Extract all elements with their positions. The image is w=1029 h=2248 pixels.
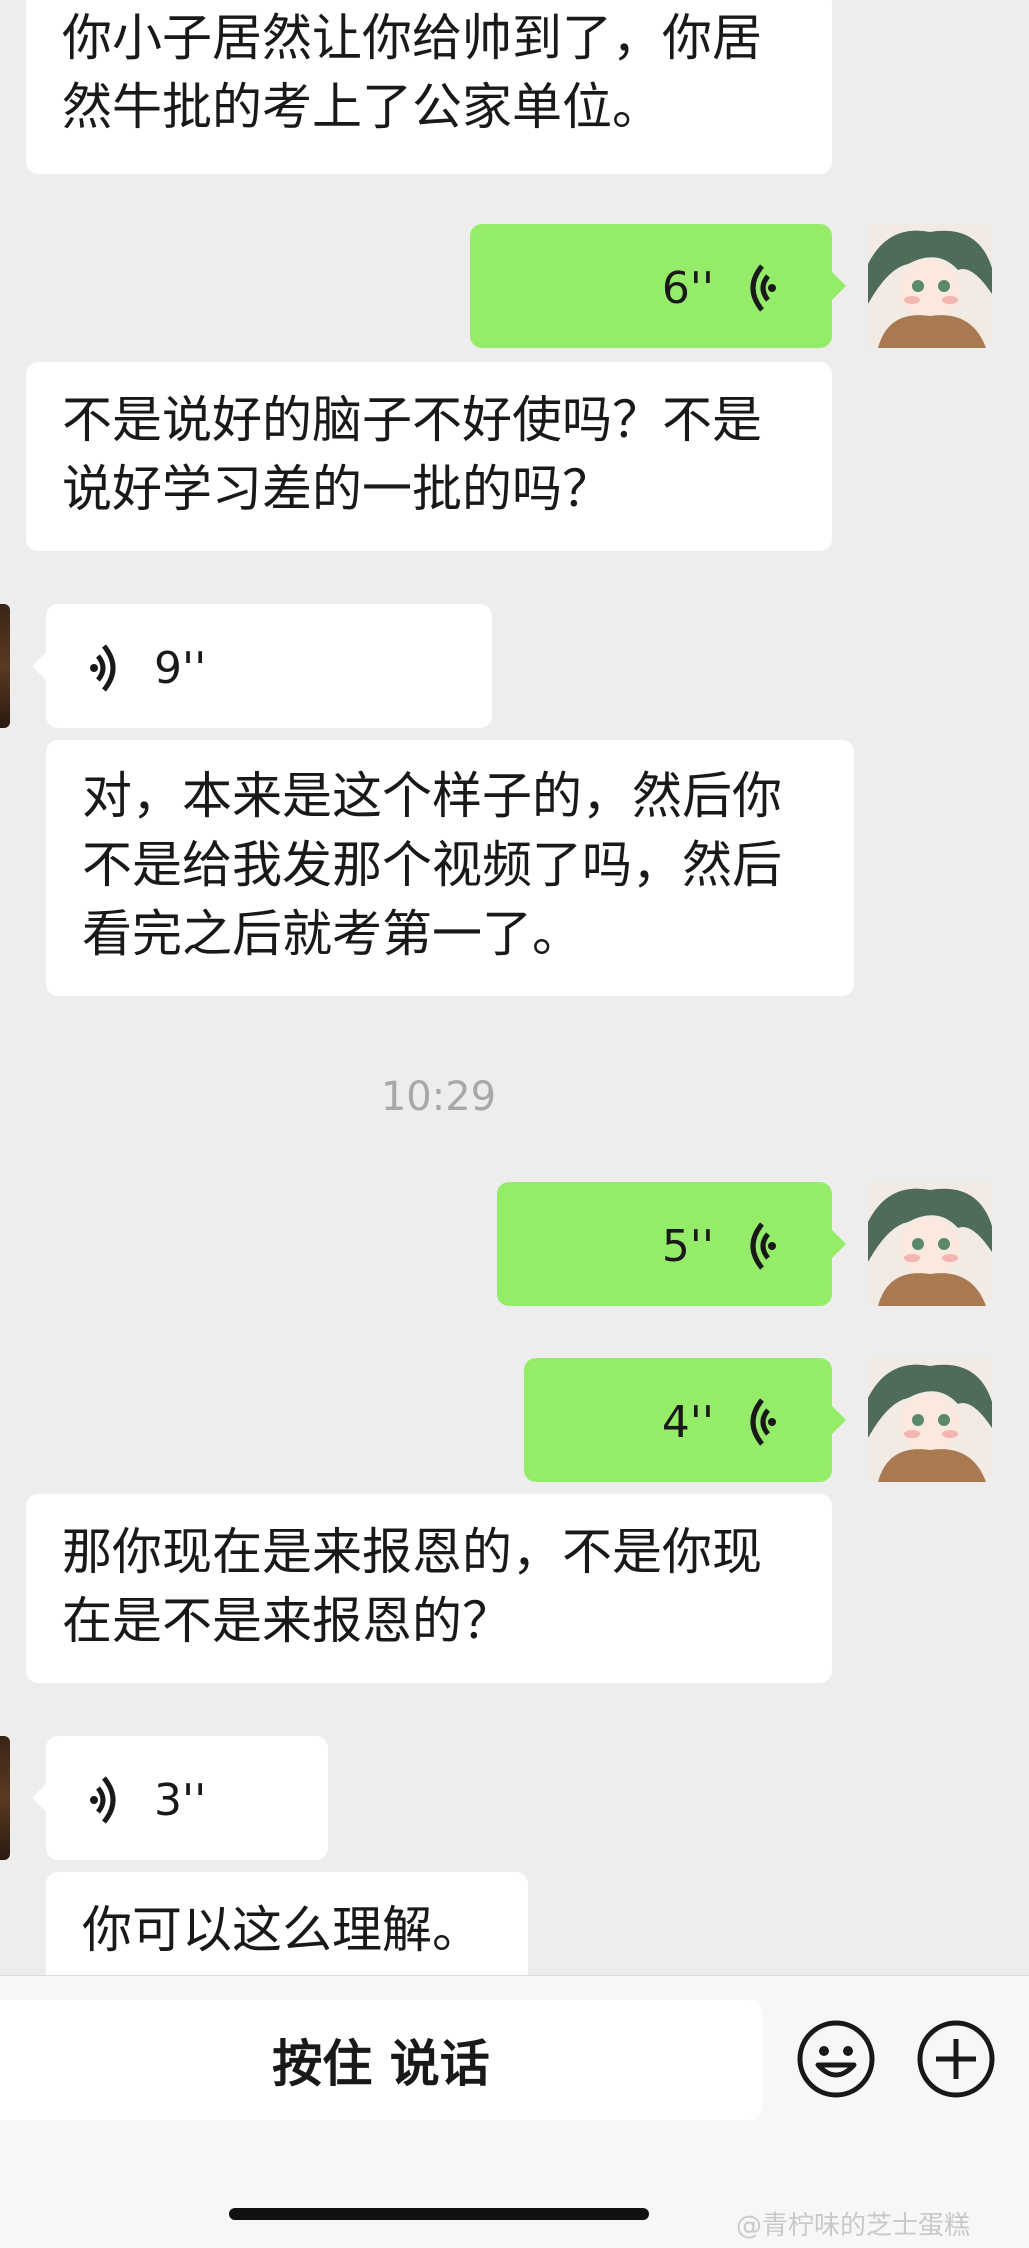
message-bubble-incoming[interactable]: 不是说好的脑子不好使吗？不是 说好学习差的一批的吗？ [26,362,832,551]
message-text-line: 你可以这么理解。 [82,1901,482,1959]
plus-icon[interactable] [916,2019,996,2099]
bubble-tail [832,1406,846,1434]
voice-duration: 6'' [661,262,714,314]
timestamp: 10:29 [380,1074,497,1120]
voice-message-outgoing[interactable]: 4'' [524,1358,832,1482]
voice-message-outgoing[interactable]: 5'' [497,1182,832,1306]
message-text-line: 那你现在是来报恩的，不是你现 [62,1523,762,1581]
message-text-line: 不是说好的脑子不好使吗？不是 [62,391,762,449]
bubble-tail [32,652,46,680]
avatar-partial[interactable] [0,604,10,728]
home-indicator [229,2208,649,2220]
avatar[interactable] [868,1358,992,1482]
message-text-line: 对，本来是这个样子的，然后你 [82,767,782,825]
voice-duration: 9'' [154,642,207,694]
message-text-line: 然牛批的考上了公家单位。 [62,78,662,136]
message-text-line: 你小子居然让你给帅到了，你居 [62,9,762,67]
voice-message-incoming[interactable]: 3'' [46,1736,328,1860]
avatar-image [868,1358,992,1482]
voice-message-outgoing[interactable]: 6'' [470,224,832,348]
voice-duration: 5'' [661,1220,714,1272]
avatar[interactable] [868,1182,992,1306]
voice-wave-icon [750,1222,776,1270]
message-text-line: 说好学习差的一批的吗？ [62,460,612,518]
bubble-tail [32,1784,46,1812]
watermark: @青柠味的芝士蛋糕 [736,2211,971,2241]
voice-message-incoming[interactable]: 9'' [46,604,492,728]
bubble-tail [832,272,846,300]
voice-wave-icon [90,1776,116,1824]
message-bubble-incoming[interactable]: 你小子居然让你给帅到了，你居 然牛批的考上了公家单位。 [26,0,832,174]
voice-wave-icon [90,644,116,692]
smiley-icon[interactable] [796,2019,876,2099]
message-bubble-incoming[interactable]: 对，本来是这个样子的，然后你 不是给我发那个视频了吗，然后 看完之后就考第一了。 [46,740,854,996]
avatar-partial[interactable] [0,1736,10,1860]
voice-wave-icon [750,264,776,312]
message-text-line: 不是给我发那个视频了吗，然后 [82,836,782,894]
hold-to-talk-button[interactable]: 按住 说话 [0,2000,762,2120]
voice-duration: 3'' [154,1774,207,1826]
voice-duration: 4'' [661,1396,714,1448]
message-text-line: 在是不是来报恩的？ [62,1592,512,1650]
bubble-tail [832,1230,846,1258]
avatar[interactable] [868,224,992,348]
voice-wave-icon [750,1398,776,1446]
message-text-line: 看完之后就考第一了。 [82,905,582,963]
message-bubble-incoming[interactable]: 那你现在是来报恩的，不是你现 在是不是来报恩的？ [26,1494,832,1683]
avatar-image [868,224,992,348]
avatar-image [868,1182,992,1306]
